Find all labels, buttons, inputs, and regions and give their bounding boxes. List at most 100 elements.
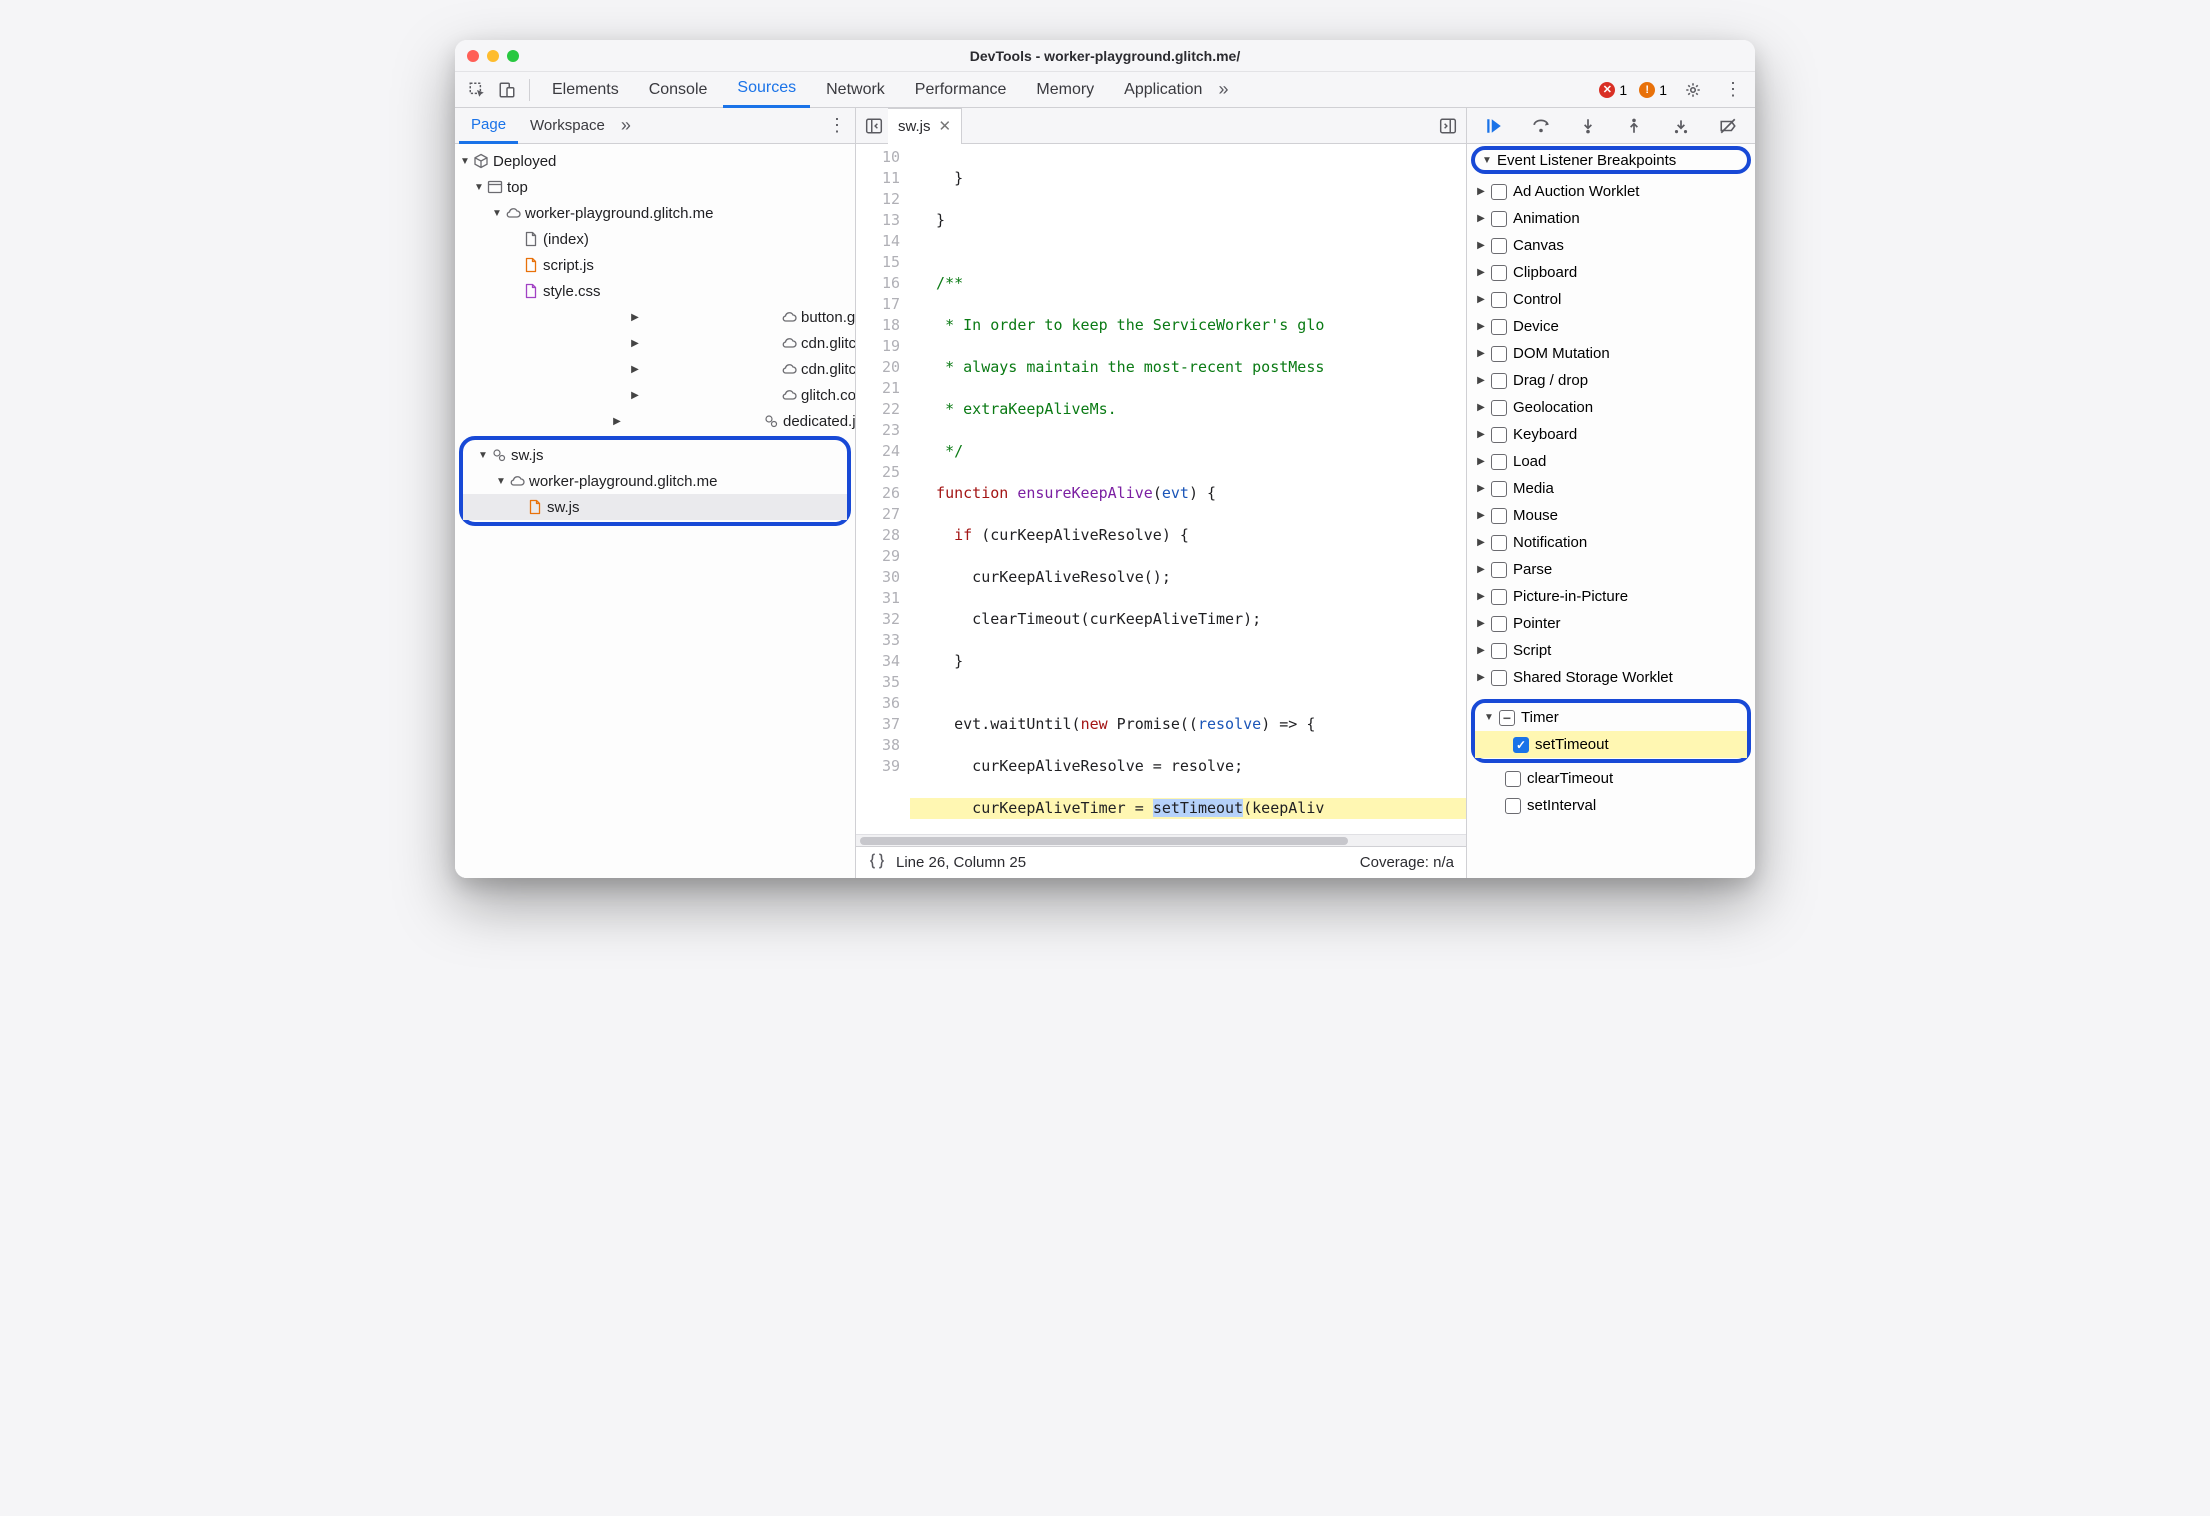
tab-network[interactable]: Network (812, 72, 899, 108)
bp-category-row[interactable]: Ad Auction Worklet (1467, 178, 1755, 205)
bp-category-row[interactable]: Keyboard (1467, 421, 1755, 448)
checkbox-icon[interactable] (1491, 184, 1507, 200)
maximize-icon[interactable] (507, 50, 519, 62)
bp-item-setinterval[interactable]: setInterval (1467, 792, 1755, 819)
titlebar: DevTools - worker-playground.glitch.me/ (455, 40, 1755, 72)
tree-glitch-com[interactable]: glitch.com (455, 382, 855, 408)
error-count[interactable]: ✕1 (1599, 82, 1627, 98)
tab-console[interactable]: Console (635, 72, 722, 108)
kebab-icon[interactable]: ⋮ (1719, 76, 1747, 104)
checkbox-icon[interactable] (1491, 454, 1507, 470)
bp-category-row[interactable]: Script (1467, 637, 1755, 664)
deactivate-breakpoints-icon[interactable] (1714, 112, 1742, 140)
bp-category-row[interactable]: Media (1467, 475, 1755, 502)
tree-cdn-me[interactable]: cdn.glitch.me (455, 356, 855, 382)
tab-elements[interactable]: Elements (538, 72, 633, 108)
bp-category-row[interactable]: Mouse (1467, 502, 1755, 529)
checkbox-icon[interactable] (1491, 319, 1507, 335)
tree-script[interactable]: script.js (455, 252, 855, 278)
tree-top[interactable]: top (455, 174, 855, 200)
device-toggle-icon[interactable] (493, 76, 521, 104)
tree-domain[interactable]: worker-playground.glitch.me (455, 200, 855, 226)
tab-application[interactable]: Application (1110, 72, 1216, 108)
file-tab-sw[interactable]: sw.js ✕ (888, 108, 962, 144)
tree-deployed[interactable]: Deployed (455, 148, 855, 174)
bp-category-row[interactable]: Animation (1467, 205, 1755, 232)
bp-item-cleartimeout[interactable]: clearTimeout (1467, 765, 1755, 792)
checkbox-icon[interactable] (1505, 798, 1521, 814)
inspect-icon[interactable] (463, 76, 491, 104)
tab-sources[interactable]: Sources (723, 72, 810, 108)
checkbox-icon[interactable] (1491, 535, 1507, 551)
nav-more-tabs-icon[interactable]: » (621, 115, 631, 136)
minimize-icon[interactable] (487, 50, 499, 62)
bp-category-row[interactable]: Control (1467, 286, 1755, 313)
tree-button-domain[interactable]: button.glitch.me (455, 304, 855, 330)
resume-icon[interactable] (1480, 112, 1508, 140)
bp-category-row[interactable]: Notification (1467, 529, 1755, 556)
bp-item-settimeout[interactable]: setTimeout (1475, 731, 1747, 758)
bp-category-row[interactable]: Picture-in-Picture (1467, 583, 1755, 610)
tree-style[interactable]: style.css (455, 278, 855, 304)
checkbox-icon[interactable] (1491, 562, 1507, 578)
warn-count[interactable]: !1 (1639, 82, 1667, 98)
step-over-icon[interactable] (1527, 112, 1555, 140)
collapse-debugger-icon[interactable] (1434, 112, 1462, 140)
checkbox-icon[interactable] (1513, 737, 1529, 753)
pretty-print-icon[interactable] (868, 852, 886, 874)
close-icon[interactable] (467, 50, 479, 62)
checkbox-icon[interactable] (1491, 265, 1507, 281)
checkbox-icon[interactable] (1491, 292, 1507, 308)
collapse-nav-icon[interactable] (860, 112, 888, 140)
checkbox-icon[interactable] (1491, 589, 1507, 605)
bp-category-row[interactable]: DOM Mutation (1467, 340, 1755, 367)
tree-dedicated[interactable]: dedicated.js (455, 408, 855, 434)
nav-tab-workspace[interactable]: Workspace (518, 108, 617, 144)
nav-kebab-icon[interactable]: ⋮ (823, 115, 851, 136)
step-into-icon[interactable] (1574, 112, 1602, 140)
devtools-window: DevTools - worker-playground.glitch.me/ … (455, 40, 1755, 878)
checkbox-icon[interactable] (1491, 346, 1507, 362)
code-editor[interactable]: 1011121314151617181920212223242526272829… (856, 144, 1466, 834)
checkbox-icon[interactable] (1491, 616, 1507, 632)
tree-cdn-com[interactable]: cdn.glitch.com (455, 330, 855, 356)
more-tabs-icon[interactable]: » (1218, 79, 1228, 100)
tab-performance[interactable]: Performance (901, 72, 1021, 108)
bp-category-row[interactable]: Drag / drop (1467, 367, 1755, 394)
checkbox-icon[interactable] (1491, 373, 1507, 389)
bp-category-row[interactable]: Pointer (1467, 610, 1755, 637)
bp-cat-timer[interactable]: Timer (1475, 704, 1747, 731)
tree-index[interactable]: (index) (455, 226, 855, 252)
tree-sw-file[interactable]: sw.js (463, 494, 847, 520)
bp-category-row[interactable]: Canvas (1467, 232, 1755, 259)
bp-category-row[interactable]: Device (1467, 313, 1755, 340)
editor-hscroll[interactable] (856, 834, 1466, 846)
checkbox-icon[interactable] (1491, 238, 1507, 254)
cloud-icon (503, 205, 523, 221)
bp-category-row[interactable]: Parse (1467, 556, 1755, 583)
bp-category-row[interactable]: Load (1467, 448, 1755, 475)
checkbox-icon[interactable] (1491, 643, 1507, 659)
bp-category-row[interactable]: Shared Storage Worklet (1467, 664, 1755, 691)
checkbox-icon[interactable] (1505, 771, 1521, 787)
checkbox-icon[interactable] (1491, 481, 1507, 497)
checkbox-icon[interactable] (1491, 211, 1507, 227)
close-icon[interactable]: ✕ (939, 117, 952, 135)
bp-category-row[interactable]: Geolocation (1467, 394, 1755, 421)
tree-sw-top[interactable]: sw.js (463, 442, 847, 468)
step-icon[interactable] (1667, 112, 1695, 140)
checkbox-icon[interactable] (1499, 710, 1515, 726)
event-listener-breakpoints-header[interactable]: Event Listener Breakpoints (1471, 146, 1751, 174)
nav-tab-page[interactable]: Page (459, 108, 518, 144)
checkbox-icon[interactable] (1491, 670, 1507, 686)
bp-category-row[interactable]: Clipboard (1467, 259, 1755, 286)
step-out-icon[interactable] (1620, 112, 1648, 140)
editor-panel: sw.js ✕ 10111213141516171819202122232425… (855, 108, 1467, 878)
tab-memory[interactable]: Memory (1022, 72, 1108, 108)
checkbox-icon[interactable] (1491, 427, 1507, 443)
checkbox-icon[interactable] (1491, 400, 1507, 416)
checkbox-icon[interactable] (1491, 508, 1507, 524)
gear-icon[interactable] (1679, 76, 1707, 104)
tree-sw-domain[interactable]: worker-playground.glitch.me (463, 468, 847, 494)
debugger-panel: Event Listener Breakpoints Ad Auction Wo… (1467, 108, 1755, 878)
